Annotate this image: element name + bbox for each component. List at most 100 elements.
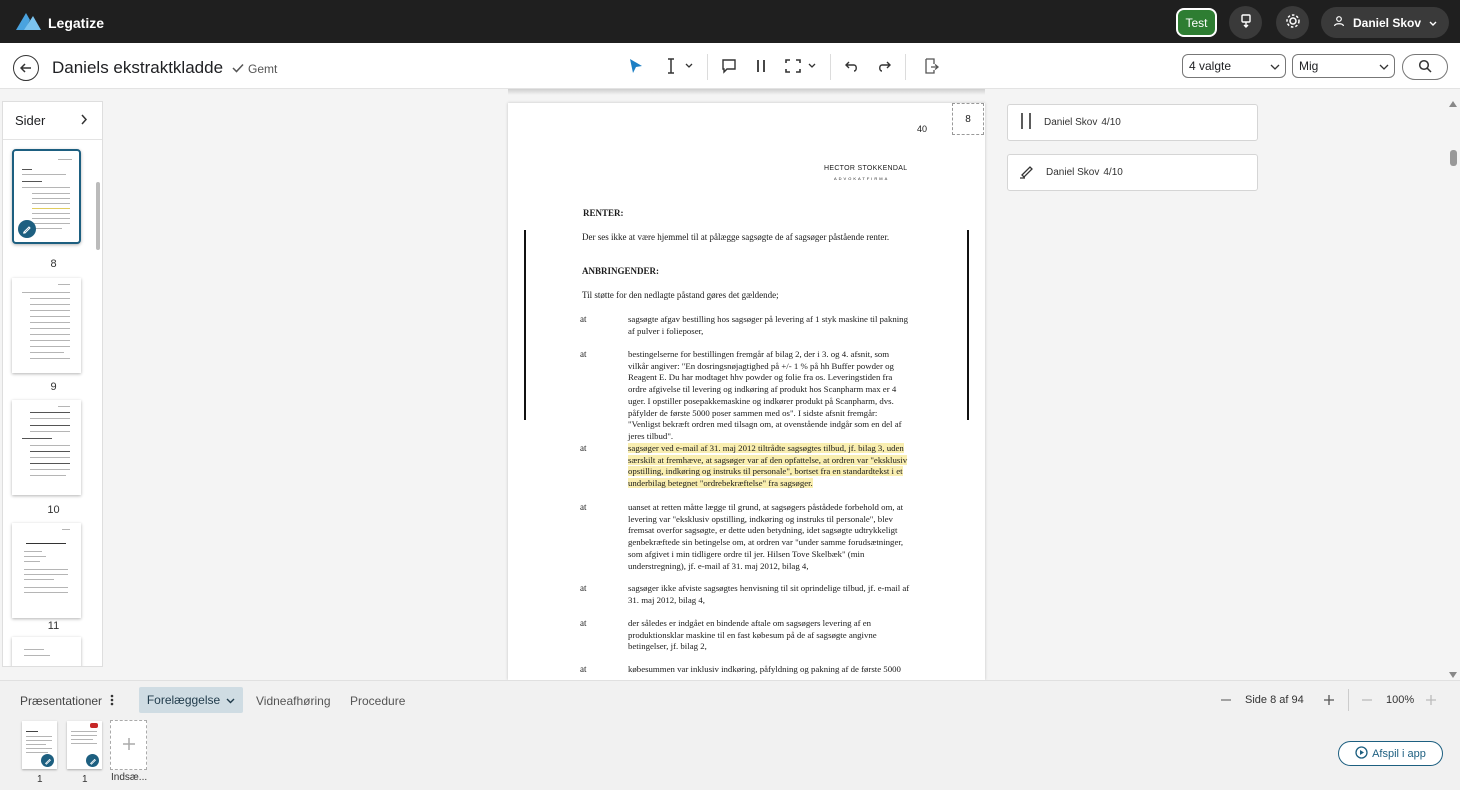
pause-bars-icon [1018,112,1034,133]
cursor-arrow-icon [627,57,645,78]
at-marker: at [580,502,587,512]
play-circle-icon [1355,745,1368,762]
scroll-up-icon[interactable] [1449,95,1457,110]
sidebar-scrollbar[interactable] [96,182,100,250]
previous-page-button[interactable] [1220,694,1232,709]
search-icon [1418,59,1432,76]
chevron-down-icon [1379,59,1389,73]
previous-page-edge [508,89,985,95]
margin-mark-left[interactable] [524,230,526,420]
scroll-down-icon[interactable] [1449,666,1457,681]
at-marker: at [580,349,587,359]
page-thumbnail-8[interactable] [12,149,81,244]
search-button[interactable] [1402,54,1448,80]
margin-mark-right[interactable] [967,230,969,420]
comment-author: Daniel Skov [1044,117,1098,128]
user-name: Daniel Skov [1352,15,1422,30]
paragraph-4: uanset at retten måtte lægge til grund, … [628,502,904,571]
paragraph-2: bestingelserne for bestillingen fremgår … [628,349,902,441]
document-scrollbar[interactable] [1447,95,1459,678]
area-select-tool-button[interactable] [781,55,819,79]
slide-thumbnail-2[interactable] [67,721,102,769]
zoom-out-button[interactable] [1361,694,1373,709]
export-page-button[interactable] [919,55,943,79]
plus-icon [122,734,136,757]
chevron-down-icon [1429,16,1437,30]
comment-card-1[interactable]: Daniel Skov 4/10 [1007,104,1258,141]
annotation-badge [86,754,99,767]
insert-slide-button[interactable] [110,720,147,770]
page-indicator: Side 8 af 94 [1245,694,1304,706]
presentations-panel: Præsentationer Forelæggelse Vidneafhørin… [0,680,1460,790]
download-button[interactable] [1229,6,1262,39]
next-page-button[interactable] [1323,694,1335,709]
legatize-logo-icon [14,10,42,35]
comment-card-2[interactable]: Daniel Skov 4/10 [1007,154,1258,191]
toolbar-divider [905,54,906,80]
frame-select-icon [783,57,817,78]
minus-icon [1361,697,1373,709]
tab-forelaeggelse[interactable]: Forelæggelse [139,687,243,713]
comment-date: 4/10 [1101,117,1121,128]
slide-thumbnail-1[interactable] [22,721,57,769]
page-thumbnail-12[interactable] [12,637,81,666]
redo-button[interactable] [873,55,895,79]
highlighted-text[interactable]: sagsøger ved e-mail af 31. maj 2012 tilt… [628,443,908,489]
paragraph-5: sagsøger ikke afviste sagsøgtes henvisni… [628,583,910,605]
presentations-label: Præsentationer [20,694,103,708]
test-button[interactable]: Test [1176,8,1217,37]
anbringender-intro: Til støtte for den nedlagte påstand gøre… [582,290,779,300]
slide-label: 1 [37,774,43,785]
user-filter-select[interactable]: Mig [1292,54,1395,78]
tab-vidneafhoering[interactable]: Vidneafhøring [256,694,331,708]
page-thumbnail-10[interactable] [12,400,81,495]
filter-select[interactable]: 4 valgte [1182,54,1286,78]
page-index-box[interactable]: 8 [952,103,984,135]
comment-author: Daniel Skov [1046,167,1100,178]
undo-icon [844,58,860,77]
undo-button[interactable] [841,55,863,79]
text-cursor-icon [663,57,693,78]
tab-procedure[interactable]: Procedure [350,694,405,708]
zoom-level: 100% [1386,694,1415,706]
page-thumbnail-label: 10 [47,504,60,516]
settings-button[interactable] [1276,6,1309,39]
brand[interactable]: Legatize [14,10,104,35]
comment-date: 4/10 [1103,167,1123,178]
plus-icon [1323,695,1335,709]
sidebar-header[interactable]: Sider [3,102,102,140]
annotation-badge [41,754,54,767]
user-menu-button[interactable]: Daniel Skov [1321,7,1449,38]
more-vertical-icon [110,694,114,709]
comment-tool-button[interactable] [718,55,740,79]
document-page[interactable]: 40 8 HECTOR STOKKENDAL ADVOKATFIRMA RENT… [508,103,985,680]
slide-label: 1 [82,774,88,785]
redo-icon [876,58,892,77]
pen-icon [89,753,97,768]
plus-icon [1425,695,1437,709]
comment-icon [721,58,737,77]
play-in-app-button[interactable]: Afspil i app [1338,741,1443,766]
page-thumbnail-9[interactable] [12,278,81,373]
user-filter-value: Mig [1299,59,1319,73]
gear-icon [1285,13,1301,32]
select-tool-button[interactable] [625,55,647,79]
chevron-down-icon [226,693,235,707]
presentations-more-button[interactable] [110,694,114,709]
back-button[interactable] [13,55,39,81]
scrollbar-thumb[interactable] [1450,150,1457,166]
text-select-tool-button[interactable] [660,55,696,79]
pen-icon [44,753,52,768]
toolbar-divider [707,54,708,80]
saved-label: Gemt [248,62,278,76]
paragraph-1: sagsøgte afgav bestilling hos sagsøger p… [628,314,908,336]
chevron-down-icon [1270,59,1280,73]
zoom-in-button[interactable] [1425,694,1437,709]
highlighter-pen-icon [1018,162,1036,183]
margin-mark-tool-button[interactable] [750,55,772,79]
document-page-number: 40 [917,124,928,134]
pen-icon [22,222,32,237]
paragraph-3-highlighted[interactable]: sagsøger ved e-mail af 31. maj 2012 tilt… [628,443,910,490]
page-thumbnail-11[interactable] [12,523,81,618]
tab-label: Forelæggelse [146,693,221,707]
